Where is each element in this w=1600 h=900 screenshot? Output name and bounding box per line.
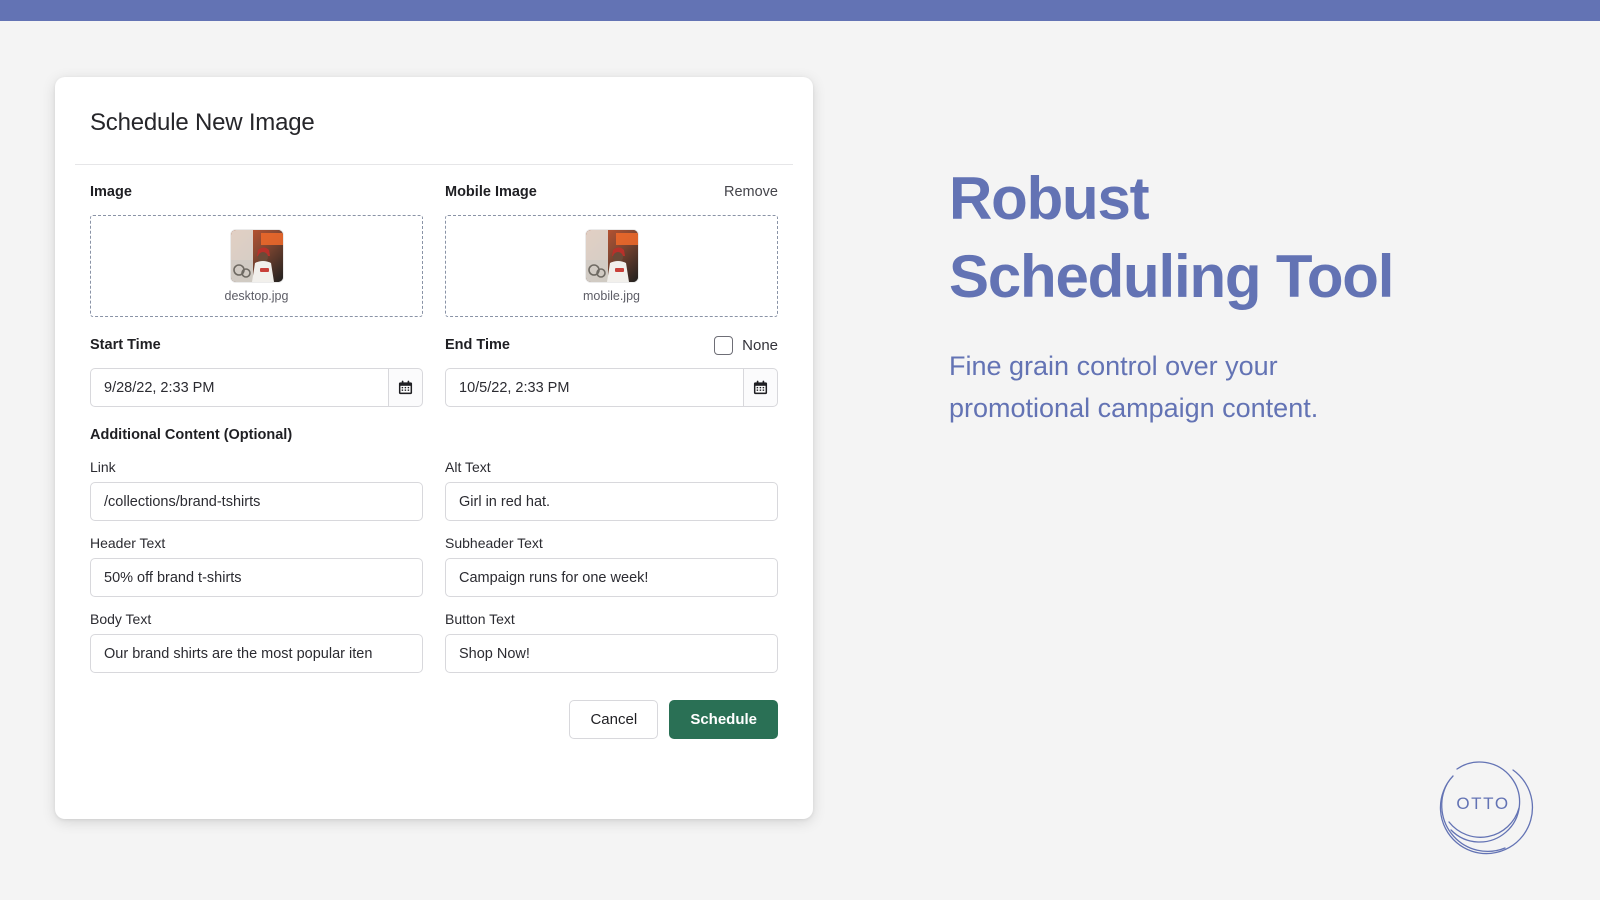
- dialog-body: Image desktop.jpg Mobile Image Remove mo…: [90, 182, 778, 739]
- schedule-button[interactable]: Schedule: [669, 700, 778, 739]
- start-time-calendar-button[interactable]: [388, 368, 423, 407]
- cancel-button[interactable]: Cancel: [569, 700, 659, 739]
- button-text-field-group: Button Text Shop Now!: [445, 611, 778, 673]
- link-alt-row: Link /collections/brand-tshirts Alt Text…: [90, 459, 778, 521]
- none-checkbox[interactable]: [714, 335, 734, 355]
- subheader-text-label: Subheader Text: [445, 535, 543, 551]
- image-filename: desktop.jpg: [224, 288, 289, 303]
- end-time-label: End Time: [445, 337, 510, 353]
- header-text-input[interactable]: 50% off brand t-shirts: [90, 558, 423, 597]
- link-label: Link: [90, 459, 116, 475]
- photo-thumbnail-icon: [585, 229, 638, 282]
- alt-text-field-group: Alt Text Girl in red hat.: [445, 459, 778, 521]
- end-time-control: 10/5/22, 2:33 PM: [445, 368, 778, 407]
- mobile-image-field-group: Mobile Image Remove mobile.jpg: [445, 182, 778, 317]
- end-time-calendar-button[interactable]: [743, 368, 778, 407]
- image-upload-row: Image desktop.jpg Mobile Image Remove mo…: [90, 182, 778, 317]
- time-row: Start Time 9/28/22, 2:33 PM End Time Non…: [90, 335, 778, 407]
- mobile-image-filename: mobile.jpg: [583, 288, 640, 303]
- top-accent-bar: [0, 0, 1600, 21]
- end-time-group: End Time None 10/5/22, 2:33 PM: [445, 335, 778, 407]
- image-thumbnail: [230, 229, 283, 282]
- mobile-image-label: Mobile Image: [445, 184, 537, 200]
- promo-panel: Robust Scheduling Tool Fine grain contro…: [949, 160, 1509, 430]
- dialog-footer: Cancel Schedule: [90, 700, 778, 739]
- image-label: Image: [90, 184, 132, 200]
- photo-thumbnail-icon: [230, 229, 283, 282]
- body-button-row: Body Text Our brand shirts are the most …: [90, 611, 778, 673]
- link-field-group: Link /collections/brand-tshirts: [90, 459, 423, 521]
- otto-logo: OTTO: [1427, 748, 1539, 860]
- body-text-label: Body Text: [90, 611, 152, 627]
- dialog-title: Schedule New Image: [90, 109, 315, 136]
- alt-text-label: Alt Text: [445, 459, 491, 475]
- schedule-image-dialog: Schedule New Image Image desktop.jpg Mob…: [55, 77, 813, 819]
- mobile-image-field-header: Mobile Image Remove: [445, 182, 778, 202]
- button-text-label: Button Text: [445, 611, 515, 627]
- additional-content-title: Additional Content (Optional): [90, 427, 293, 443]
- start-time-header: Start Time: [90, 335, 423, 355]
- remove-mobile-image-button[interactable]: Remove: [724, 184, 778, 200]
- none-checkbox-label: None: [742, 336, 778, 354]
- end-time-none-toggle[interactable]: None: [714, 335, 778, 355]
- image-field-header: Image: [90, 182, 423, 202]
- otto-logo-text: OTTO: [1456, 794, 1510, 813]
- header-text-field-group: Header Text 50% off brand t-shirts: [90, 535, 423, 597]
- alt-text-input[interactable]: Girl in red hat.: [445, 482, 778, 521]
- start-time-control: 9/28/22, 2:33 PM: [90, 368, 423, 407]
- subheader-text-input[interactable]: Campaign runs for one week!: [445, 558, 778, 597]
- dialog-divider: [75, 164, 793, 165]
- end-time-header: End Time None: [445, 335, 778, 355]
- mobile-image-dropzone[interactable]: mobile.jpg: [445, 215, 778, 317]
- link-input[interactable]: /collections/brand-tshirts: [90, 482, 423, 521]
- calendar-icon: [398, 380, 413, 395]
- body-text-field-group: Body Text Our brand shirts are the most …: [90, 611, 423, 673]
- image-dropzone[interactable]: desktop.jpg: [90, 215, 423, 317]
- start-time-group: Start Time 9/28/22, 2:33 PM: [90, 335, 423, 407]
- end-time-input[interactable]: 10/5/22, 2:33 PM: [445, 368, 743, 407]
- image-field-group: Image desktop.jpg: [90, 182, 423, 317]
- promo-subtitle: Fine grain control over your promotional…: [949, 351, 1319, 423]
- mobile-image-thumbnail: [585, 229, 638, 282]
- header-text-label: Header Text: [90, 535, 166, 551]
- button-text-input[interactable]: Shop Now!: [445, 634, 778, 673]
- start-time-input[interactable]: 9/28/22, 2:33 PM: [90, 368, 388, 407]
- calendar-icon: [753, 380, 768, 395]
- promo-title: Robust Scheduling Tool: [949, 165, 1394, 310]
- body-text-input[interactable]: Our brand shirts are the most popular it…: [90, 634, 423, 673]
- subheader-text-field-group: Subheader Text Campaign runs for one wee…: [445, 535, 778, 597]
- start-time-label: Start Time: [90, 337, 161, 353]
- header-subheader-row: Header Text 50% off brand t-shirts Subhe…: [90, 535, 778, 597]
